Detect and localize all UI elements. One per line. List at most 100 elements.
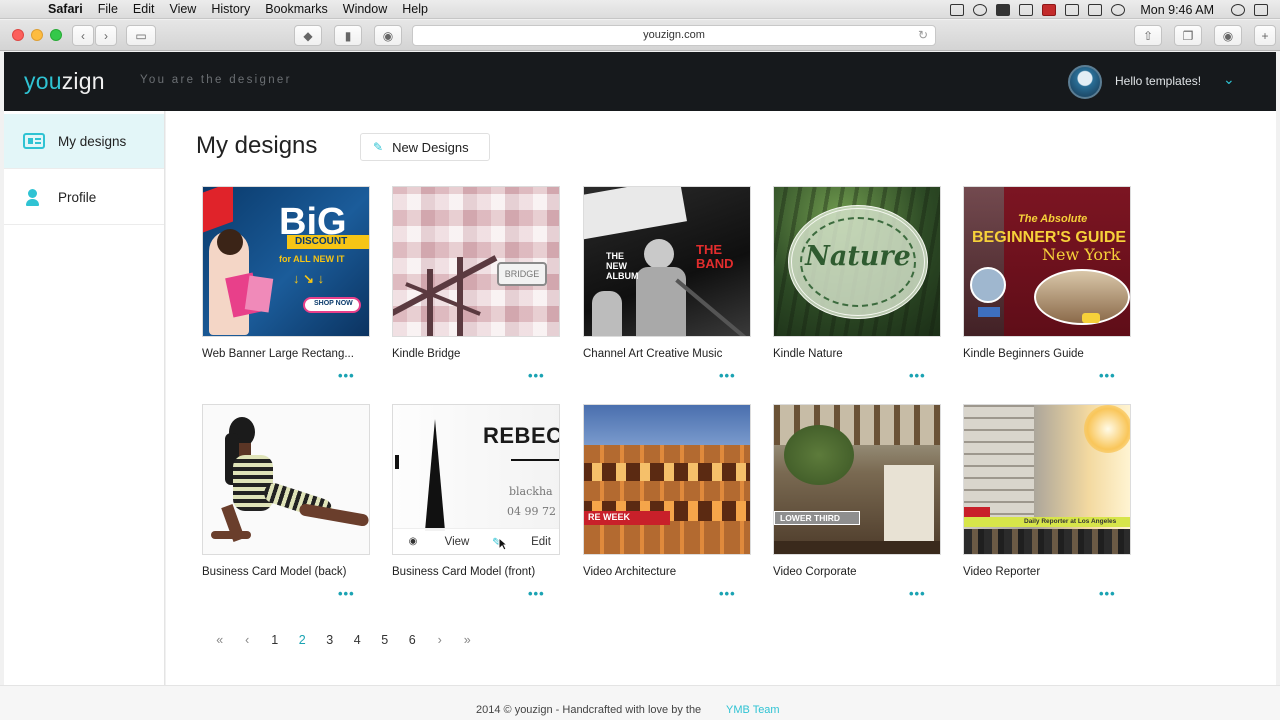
new-designs-button[interactable]: ✎ New Designs	[360, 133, 490, 161]
user-greeting[interactable]: Hello templates!	[1115, 74, 1201, 88]
extension-button-2[interactable]: ▮	[334, 25, 362, 46]
footer: 2014 © youzign - Handcrafted with love b…	[0, 685, 1280, 720]
menu-history[interactable]: History	[211, 2, 250, 16]
sync-icon[interactable]	[973, 3, 988, 16]
reload-icon[interactable]: ↻	[918, 26, 928, 45]
page-button[interactable]: 4	[344, 633, 372, 647]
eye-icon: ◉	[408, 536, 418, 547]
minimize-window-button[interactable]	[31, 29, 43, 41]
next-page-button[interactable]: ›	[426, 633, 454, 647]
more-options-icon[interactable]: •••	[909, 368, 926, 383]
design-title: Kindle Bridge	[392, 348, 461, 360]
design-thumbnail[interactable]: Nature	[773, 186, 941, 337]
forward-button[interactable]: ›	[95, 25, 117, 46]
more-options-icon[interactable]: •••	[338, 586, 355, 601]
menu-edit[interactable]: Edit	[133, 2, 155, 16]
menu-view[interactable]: View	[169, 2, 196, 16]
more-options-icon[interactable]: •••	[528, 586, 545, 601]
edit-button[interactable]: ✎ Edit	[477, 529, 559, 554]
chevron-right-icon: ›	[104, 28, 108, 43]
page-button[interactable]: 1	[261, 633, 289, 647]
address-bar[interactable]: youzign.com ↻	[412, 25, 936, 46]
browser-toolbar: ‹ › ▭ ◆ ▮ ◉ youzign.com ↻ ⇧ ❐ ◉ +	[0, 20, 1280, 51]
more-options-icon[interactable]: •••	[1099, 586, 1116, 601]
design-title: Video Architecture	[583, 566, 677, 578]
view-button[interactable]: ◉ View	[393, 529, 477, 554]
sidebar-item-my-designs[interactable]: My designs	[4, 114, 164, 169]
video-label: LOWER THIRD	[780, 513, 840, 523]
close-window-button[interactable]	[12, 29, 24, 41]
card-name-text: REBEC	[483, 423, 560, 448]
design-thumbnail[interactable]: Daily Reporter at Los Angeles	[963, 404, 1131, 555]
plus-icon: +	[1261, 28, 1269, 43]
menu-bookmarks[interactable]: Bookmarks	[265, 2, 328, 16]
sidebar-item-profile[interactable]: Profile	[4, 170, 164, 225]
more-options-icon[interactable]: •••	[338, 368, 355, 383]
new-designs-label: New Designs	[392, 139, 469, 155]
more-options-icon[interactable]: •••	[909, 586, 926, 601]
pencil-icon: ✎	[492, 536, 502, 549]
design-thumbnail[interactable]: THE NEW ALBUM THE BAND	[583, 186, 751, 337]
tabs-button[interactable]: ❐	[1174, 25, 1202, 46]
extension-button-3[interactable]: ◉	[374, 25, 402, 46]
more-options-icon[interactable]: •••	[1099, 368, 1116, 383]
design-thumbnail[interactable]: LOWER THIRD	[773, 404, 941, 555]
prev-page-button[interactable]: ‹	[234, 633, 262, 647]
new-tab-button[interactable]: +	[1254, 25, 1276, 46]
design-thumbnail[interactable]: REBEC blackha 04 99 72 ◉ View ✎ Edit	[392, 404, 560, 555]
design-thumbnail[interactable]: The Absolute BEGINNER'S GUIDE New York	[963, 186, 1131, 337]
pencil-icon: ✎	[373, 140, 384, 154]
downloads-button[interactable]: ◉	[1214, 25, 1242, 46]
page-button[interactable]: 6	[399, 633, 427, 647]
design-title: Video Reporter	[963, 566, 1041, 578]
mouse-cursor	[498, 537, 508, 551]
design-title: Business Card Model (back)	[202, 566, 347, 578]
chevron-down-icon[interactable]: ⌄	[1223, 71, 1235, 88]
first-page-button[interactable]: «	[206, 633, 234, 647]
page-button[interactable]: 5	[371, 633, 399, 647]
logo-prefix: you	[24, 68, 62, 94]
sidebar-button[interactable]: ▭	[126, 25, 156, 46]
clock[interactable]: Mon 9:46 AM	[1140, 3, 1214, 17]
zoom-window-button[interactable]	[50, 29, 62, 41]
menu-help[interactable]: Help	[402, 2, 428, 16]
notification-icon[interactable]	[1254, 3, 1268, 16]
card-email-text: blackha	[509, 485, 553, 498]
screen-icon[interactable]	[950, 3, 965, 16]
menu-app[interactable]: Safari	[48, 2, 83, 16]
page-button[interactable]: 3	[316, 633, 344, 647]
more-options-icon[interactable]: •••	[528, 368, 545, 383]
share-button[interactable]: ⇧	[1134, 25, 1162, 46]
spotlight-icon[interactable]	[1231, 3, 1245, 16]
design-title: Web Banner Large Rectang...	[202, 348, 354, 360]
design-thumbnail[interactable]: BiG DISCOUNT for ALL NEW IT ↓ ↘ ↓ SHOP N…	[202, 186, 370, 337]
design-title: Business Card Model (front)	[392, 566, 536, 578]
page-button-current[interactable]: 2	[289, 633, 317, 647]
youzign-logo[interactable]: youzign	[24, 68, 105, 95]
dropbox-icon[interactable]	[996, 3, 1011, 16]
battery-icon[interactable]	[1088, 3, 1103, 16]
band-text: THE BAND	[696, 242, 734, 271]
footer-link[interactable]: YMB Team	[726, 704, 780, 716]
avatar[interactable]	[1068, 65, 1102, 99]
card-hover-actions: ◉ View ✎ Edit	[393, 528, 559, 554]
volume-icon[interactable]	[1065, 3, 1080, 16]
design-thumbnail[interactable]	[202, 404, 370, 555]
last-page-button[interactable]: »	[454, 633, 482, 647]
pen-icon[interactable]	[1019, 3, 1034, 16]
back-button[interactable]: ‹	[72, 25, 94, 46]
design-thumbnail[interactable]: RE WEEK	[583, 404, 751, 555]
sidebar: My designs Profile	[4, 111, 165, 685]
menu-window[interactable]: Window	[343, 2, 387, 16]
chevron-left-icon: ‹	[81, 28, 85, 43]
menu-file[interactable]: File	[98, 2, 118, 16]
more-options-icon[interactable]: •••	[719, 586, 736, 601]
guide-line1: The Absolute	[1018, 213, 1088, 225]
extension-button[interactable]: ◆	[294, 25, 322, 46]
more-options-icon[interactable]: •••	[719, 368, 736, 383]
view-label: View	[444, 535, 470, 548]
design-title: Kindle Beginners Guide	[963, 348, 1084, 360]
design-thumbnail[interactable]: BRIDGE	[392, 186, 560, 337]
record-icon[interactable]	[1042, 3, 1057, 16]
wifi-icon[interactable]	[1111, 3, 1126, 16]
